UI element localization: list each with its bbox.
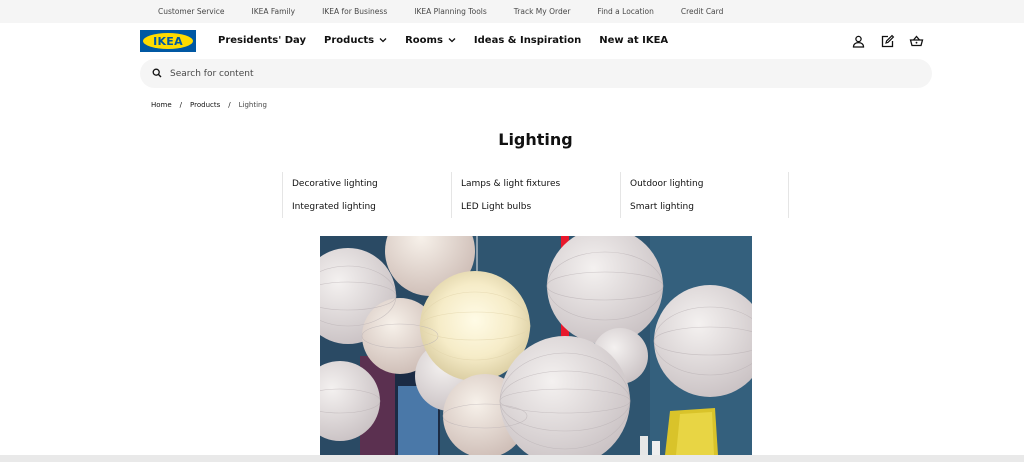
breadcrumb-products[interactable]: Products: [190, 101, 220, 109]
main-nav: Presidents' Day Products Rooms Ideas & I…: [218, 35, 686, 46]
nav-presidents-day[interactable]: Presidents' Day: [218, 35, 306, 46]
category-decorative-lighting[interactable]: Decorative lighting: [282, 172, 451, 195]
chevron-down-icon: [379, 35, 387, 46]
breadcrumb-separator: /: [179, 101, 183, 109]
search-input[interactable]: [170, 68, 870, 79]
utility-link-planning-tools[interactable]: IKEA Planning Tools: [414, 7, 487, 16]
ikea-logo[interactable]: IKEA: [140, 30, 196, 52]
breadcrumb-current: Lighting: [238, 101, 267, 109]
page-title: Lighting: [498, 130, 573, 149]
nav-label: Rooms: [405, 35, 443, 46]
utility-link-credit-card[interactable]: Credit Card: [681, 7, 723, 16]
nav-ideas-inspiration[interactable]: Ideas & Inspiration: [474, 35, 581, 46]
nav-new-at-ikea[interactable]: New at IKEA: [599, 35, 668, 46]
utility-link-customer-service[interactable]: Customer Service: [158, 7, 225, 16]
scrollbar-track[interactable]: [0, 455, 1024, 462]
utility-link-ikea-for-business[interactable]: IKEA for Business: [322, 7, 387, 16]
nav-label: Presidents' Day: [218, 35, 307, 46]
search-bar[interactable]: [140, 59, 932, 88]
paper-lanterns-illustration: [320, 236, 752, 455]
utility-bar: Customer Service IKEA Family IKEA for Bu…: [0, 0, 1024, 23]
category-smart-lighting[interactable]: Smart lighting: [620, 195, 789, 218]
nav-label: Products: [324, 35, 375, 46]
utility-link-track-order[interactable]: Track My Order: [514, 7, 571, 16]
utility-link-ikea-family[interactable]: IKEA Family: [252, 7, 296, 16]
category-integrated-lighting[interactable]: Integrated lighting: [282, 195, 451, 218]
nav-products[interactable]: Products: [324, 35, 387, 46]
logo-text: IKEA: [143, 33, 193, 49]
shopping-list-icon[interactable]: [880, 34, 895, 49]
breadcrumb: Home / Products / Lighting: [151, 101, 267, 109]
category-lamps-light-fixtures[interactable]: Lamps & light fixtures: [451, 172, 620, 195]
header-icons: [851, 34, 924, 49]
category-links: Decorative lighting Lamps & light fixtur…: [282, 172, 789, 218]
nav-rooms[interactable]: Rooms: [405, 35, 456, 46]
breadcrumb-separator: /: [228, 101, 231, 109]
category-led-light-bulbs[interactable]: LED Light bulbs: [451, 195, 620, 218]
nav-label: Ideas & Inspiration: [473, 35, 582, 46]
breadcrumb-home[interactable]: Home: [151, 101, 172, 109]
utility-link-find-location[interactable]: Find a Location: [597, 7, 653, 16]
search-icon: [152, 65, 162, 83]
category-outdoor-lighting[interactable]: Outdoor lighting: [620, 172, 789, 195]
cart-icon[interactable]: [909, 34, 924, 49]
main-header: IKEA Presidents' Day Products Rooms Idea…: [0, 23, 1024, 59]
user-icon[interactable]: [851, 34, 866, 49]
chevron-down-icon: [448, 35, 456, 46]
hero-image[interactable]: [320, 236, 752, 455]
nav-label: New at IKEA: [599, 35, 669, 46]
